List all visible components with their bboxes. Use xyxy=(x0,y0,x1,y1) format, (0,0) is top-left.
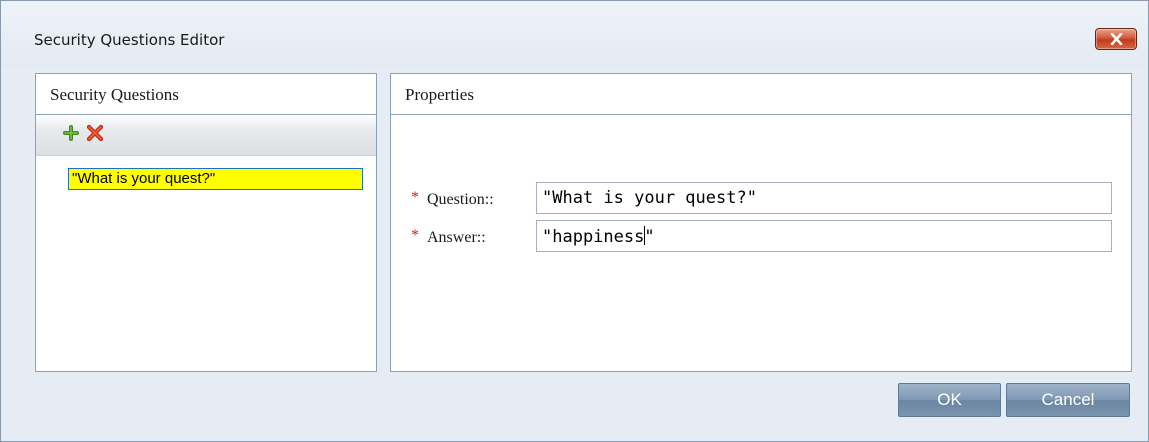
close-button[interactable] xyxy=(1095,28,1137,50)
security-questions-dialog: Security Questions Editor Security Quest… xyxy=(0,0,1149,442)
dialog-title: Security Questions Editor xyxy=(34,31,225,49)
question-input[interactable]: "What is your quest?" xyxy=(536,182,1112,214)
properties-header: Properties xyxy=(391,74,1131,115)
cancel-button[interactable]: Cancel xyxy=(1006,383,1130,417)
question-list-item[interactable]: "What is your quest?" xyxy=(68,168,363,190)
required-marker: * xyxy=(411,189,419,206)
properties-title: Properties xyxy=(405,85,474,104)
question-label: Question:: xyxy=(427,191,494,208)
answer-label: Answer:: xyxy=(427,229,486,246)
delete-question-button[interactable] xyxy=(85,123,105,143)
question-row: * Question:: "What is your quest?" xyxy=(391,182,1131,216)
security-questions-header: Security Questions xyxy=(36,74,376,115)
required-marker: * xyxy=(411,227,419,244)
properties-panel: Properties * Question:: "What is your qu… xyxy=(390,73,1132,372)
title-bar[interactable]: Security Questions Editor xyxy=(1,1,1148,67)
plus-icon xyxy=(63,125,79,141)
x-icon xyxy=(86,124,104,142)
answer-text-after-caret: " xyxy=(644,227,655,247)
answer-input[interactable]: "happiness" xyxy=(536,220,1112,252)
security-questions-title: Security Questions xyxy=(50,85,179,104)
security-questions-panel: Security Questions "What is your quest?" xyxy=(35,73,377,372)
ok-button[interactable]: OK xyxy=(898,383,1001,417)
answer-row: * Answer:: "happiness" xyxy=(391,220,1131,254)
answer-text-before-caret: "happiness xyxy=(542,227,645,247)
questions-toolbar xyxy=(36,115,376,156)
add-question-button[interactable] xyxy=(61,123,81,143)
close-icon xyxy=(1110,33,1123,45)
